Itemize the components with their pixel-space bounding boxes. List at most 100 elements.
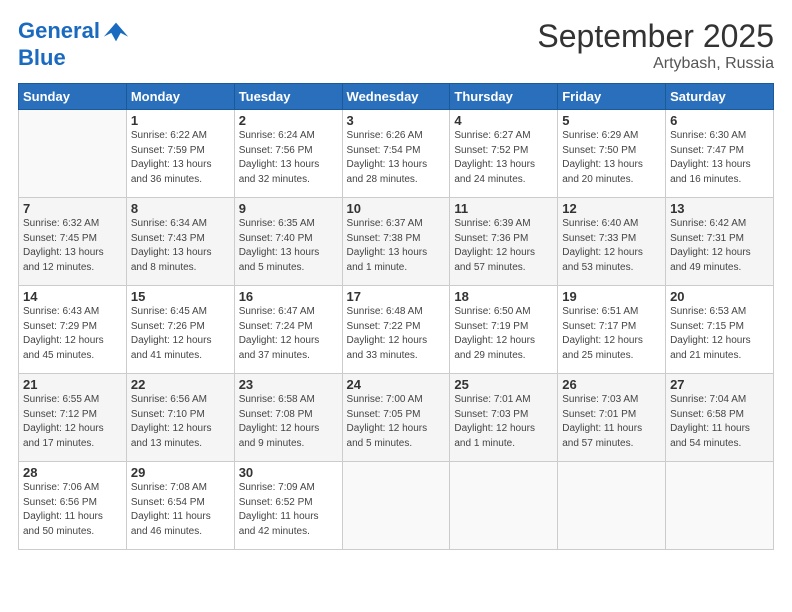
day-number: 25: [454, 377, 553, 392]
calendar-cell: [666, 462, 774, 550]
day-number: 9: [239, 201, 338, 216]
day-number: 19: [562, 289, 661, 304]
weekday-header: Sunday: [19, 84, 127, 110]
logo-general: General: [18, 18, 100, 43]
page: General Blue September 2025 Artybash, Ru…: [0, 0, 792, 612]
location: Artybash, Russia: [537, 55, 774, 73]
day-number: 2: [239, 113, 338, 128]
calendar-cell: 5Sunrise: 6:29 AMSunset: 7:50 PMDaylight…: [558, 110, 666, 198]
calendar-cell: 25Sunrise: 7:01 AMSunset: 7:03 PMDayligh…: [450, 374, 558, 462]
day-number: 17: [347, 289, 446, 304]
day-number: 3: [347, 113, 446, 128]
calendar-cell: 27Sunrise: 7:04 AMSunset: 6:58 PMDayligh…: [666, 374, 774, 462]
weekday-header: Saturday: [666, 84, 774, 110]
header: General Blue September 2025 Artybash, Ru…: [18, 18, 774, 73]
calendar-cell: 24Sunrise: 7:00 AMSunset: 7:05 PMDayligh…: [342, 374, 450, 462]
day-info: Sunrise: 7:08 AMSunset: 6:54 PMDaylight:…: [131, 481, 230, 539]
calendar-row: 7Sunrise: 6:32 AMSunset: 7:45 PMDaylight…: [19, 198, 774, 286]
day-number: 24: [347, 377, 446, 392]
calendar-cell: 9Sunrise: 6:35 AMSunset: 7:40 PMDaylight…: [234, 198, 342, 286]
logo-bird-icon: [102, 18, 130, 46]
calendar-cell: 4Sunrise: 6:27 AMSunset: 7:52 PMDaylight…: [450, 110, 558, 198]
calendar-cell: 13Sunrise: 6:42 AMSunset: 7:31 PMDayligh…: [666, 198, 774, 286]
day-info: Sunrise: 6:30 AMSunset: 7:47 PMDaylight:…: [670, 129, 769, 187]
day-info: Sunrise: 6:26 AMSunset: 7:54 PMDaylight:…: [347, 129, 446, 187]
day-info: Sunrise: 6:53 AMSunset: 7:15 PMDaylight:…: [670, 305, 769, 363]
day-number: 15: [131, 289, 230, 304]
calendar-row: 21Sunrise: 6:55 AMSunset: 7:12 PMDayligh…: [19, 374, 774, 462]
calendar-cell: [558, 462, 666, 550]
day-number: 5: [562, 113, 661, 128]
day-info: Sunrise: 7:06 AMSunset: 6:56 PMDaylight:…: [23, 481, 122, 539]
day-info: Sunrise: 6:43 AMSunset: 7:29 PMDaylight:…: [23, 305, 122, 363]
calendar-cell: 22Sunrise: 6:56 AMSunset: 7:10 PMDayligh…: [126, 374, 234, 462]
day-info: Sunrise: 6:37 AMSunset: 7:38 PMDaylight:…: [347, 217, 446, 275]
calendar-cell: 26Sunrise: 7:03 AMSunset: 7:01 PMDayligh…: [558, 374, 666, 462]
calendar-cell: 6Sunrise: 6:30 AMSunset: 7:47 PMDaylight…: [666, 110, 774, 198]
day-info: Sunrise: 6:40 AMSunset: 7:33 PMDaylight:…: [562, 217, 661, 275]
day-number: 6: [670, 113, 769, 128]
calendar-cell: 20Sunrise: 6:53 AMSunset: 7:15 PMDayligh…: [666, 286, 774, 374]
weekday-header: Tuesday: [234, 84, 342, 110]
day-info: Sunrise: 7:01 AMSunset: 7:03 PMDaylight:…: [454, 393, 553, 451]
day-info: Sunrise: 7:04 AMSunset: 6:58 PMDaylight:…: [670, 393, 769, 451]
calendar-cell: 19Sunrise: 6:51 AMSunset: 7:17 PMDayligh…: [558, 286, 666, 374]
day-number: 10: [347, 201, 446, 216]
calendar-cell: 1Sunrise: 6:22 AMSunset: 7:59 PMDaylight…: [126, 110, 234, 198]
day-number: 12: [562, 201, 661, 216]
logo-blue: Blue: [18, 46, 130, 70]
day-number: 22: [131, 377, 230, 392]
calendar-cell: 16Sunrise: 6:47 AMSunset: 7:24 PMDayligh…: [234, 286, 342, 374]
title-block: September 2025 Artybash, Russia: [537, 18, 774, 73]
calendar-cell: 12Sunrise: 6:40 AMSunset: 7:33 PMDayligh…: [558, 198, 666, 286]
calendar-row: 1Sunrise: 6:22 AMSunset: 7:59 PMDaylight…: [19, 110, 774, 198]
day-info: Sunrise: 6:27 AMSunset: 7:52 PMDaylight:…: [454, 129, 553, 187]
day-info: Sunrise: 7:09 AMSunset: 6:52 PMDaylight:…: [239, 481, 338, 539]
day-number: 1: [131, 113, 230, 128]
calendar-cell: 7Sunrise: 6:32 AMSunset: 7:45 PMDaylight…: [19, 198, 127, 286]
calendar-cell: 14Sunrise: 6:43 AMSunset: 7:29 PMDayligh…: [19, 286, 127, 374]
calendar-cell: 21Sunrise: 6:55 AMSunset: 7:12 PMDayligh…: [19, 374, 127, 462]
day-number: 13: [670, 201, 769, 216]
day-info: Sunrise: 7:00 AMSunset: 7:05 PMDaylight:…: [347, 393, 446, 451]
day-info: Sunrise: 6:56 AMSunset: 7:10 PMDaylight:…: [131, 393, 230, 451]
day-number: 28: [23, 465, 122, 480]
day-info: Sunrise: 6:45 AMSunset: 7:26 PMDaylight:…: [131, 305, 230, 363]
calendar-cell: 15Sunrise: 6:45 AMSunset: 7:26 PMDayligh…: [126, 286, 234, 374]
calendar-cell: 17Sunrise: 6:48 AMSunset: 7:22 PMDayligh…: [342, 286, 450, 374]
calendar-cell: 30Sunrise: 7:09 AMSunset: 6:52 PMDayligh…: [234, 462, 342, 550]
day-number: 27: [670, 377, 769, 392]
calendar-cell: [19, 110, 127, 198]
day-number: 18: [454, 289, 553, 304]
day-number: 26: [562, 377, 661, 392]
day-info: Sunrise: 7:03 AMSunset: 7:01 PMDaylight:…: [562, 393, 661, 451]
day-info: Sunrise: 6:35 AMSunset: 7:40 PMDaylight:…: [239, 217, 338, 275]
weekday-header: Monday: [126, 84, 234, 110]
calendar-body: 1Sunrise: 6:22 AMSunset: 7:59 PMDaylight…: [19, 110, 774, 550]
day-number: 11: [454, 201, 553, 216]
day-number: 21: [23, 377, 122, 392]
calendar-cell: [342, 462, 450, 550]
calendar-cell: 3Sunrise: 6:26 AMSunset: 7:54 PMDaylight…: [342, 110, 450, 198]
calendar-cell: 28Sunrise: 7:06 AMSunset: 6:56 PMDayligh…: [19, 462, 127, 550]
day-number: 14: [23, 289, 122, 304]
day-info: Sunrise: 6:34 AMSunset: 7:43 PMDaylight:…: [131, 217, 230, 275]
day-number: 7: [23, 201, 122, 216]
logo-text: General: [18, 18, 130, 46]
day-info: Sunrise: 6:58 AMSunset: 7:08 PMDaylight:…: [239, 393, 338, 451]
calendar-row: 14Sunrise: 6:43 AMSunset: 7:29 PMDayligh…: [19, 286, 774, 374]
weekday-header: Friday: [558, 84, 666, 110]
day-info: Sunrise: 6:55 AMSunset: 7:12 PMDaylight:…: [23, 393, 122, 451]
day-number: 8: [131, 201, 230, 216]
calendar-row: 28Sunrise: 7:06 AMSunset: 6:56 PMDayligh…: [19, 462, 774, 550]
logo: General Blue: [18, 18, 130, 70]
calendar-header: SundayMondayTuesdayWednesdayThursdayFrid…: [19, 84, 774, 110]
day-info: Sunrise: 6:24 AMSunset: 7:56 PMDaylight:…: [239, 129, 338, 187]
weekday-header: Thursday: [450, 84, 558, 110]
calendar-cell: 2Sunrise: 6:24 AMSunset: 7:56 PMDaylight…: [234, 110, 342, 198]
day-info: Sunrise: 6:39 AMSunset: 7:36 PMDaylight:…: [454, 217, 553, 275]
day-info: Sunrise: 6:29 AMSunset: 7:50 PMDaylight:…: [562, 129, 661, 187]
day-info: Sunrise: 6:42 AMSunset: 7:31 PMDaylight:…: [670, 217, 769, 275]
day-number: 29: [131, 465, 230, 480]
weekday-header: Wednesday: [342, 84, 450, 110]
